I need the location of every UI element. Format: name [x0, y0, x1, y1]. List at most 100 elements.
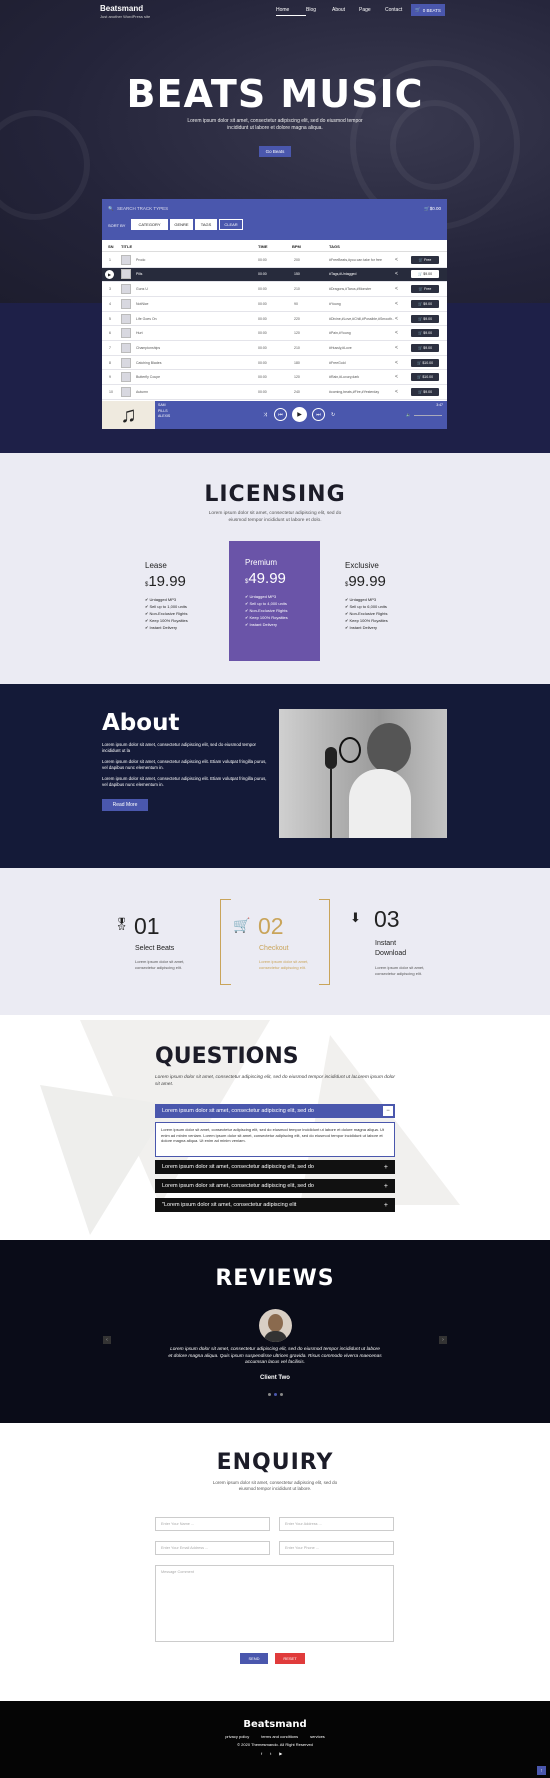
- track-title[interactable]: Catching Blades: [136, 361, 162, 365]
- track-title[interactable]: Autumn: [136, 390, 148, 394]
- buy-button[interactable]: 🛒 $10.00: [411, 373, 439, 382]
- track-row[interactable]: 6 Hurt 00:00 120 #Pain,#Young < 🛒 $9.00: [102, 327, 447, 341]
- faq-item-1[interactable]: Lorem ipsum dolor sit amet, consectetur …: [155, 1104, 395, 1118]
- track-row[interactable]: 9 Butterfly Coupe 00:00 120 #Rain,#Luxury,da…: [102, 371, 447, 386]
- nav-home[interactable]: Home: [276, 7, 306, 16]
- track-title[interactable]: Pills: [136, 272, 142, 276]
- nav-blog[interactable]: Blog: [306, 7, 332, 16]
- youtube-icon[interactable]: ▶: [279, 1751, 282, 1756]
- share-icon[interactable]: <: [395, 330, 398, 336]
- track-row[interactable]: 7 Championships 00:00 210 #Hussly,#Love < 🛒 $9…: [102, 341, 447, 356]
- share-icon[interactable]: <: [395, 286, 398, 292]
- go-beats-button[interactable]: Go Beats: [259, 146, 291, 157]
- track-title[interactable]: Guns U: [136, 287, 148, 291]
- share-icon[interactable]: <: [395, 389, 398, 395]
- col-sn: SN: [108, 244, 114, 249]
- track-row[interactable]: 8 Catching Blades 00:00 180 #FreeGold < 🛒 $10.…: [102, 356, 447, 371]
- dot-active[interactable]: [274, 1393, 277, 1396]
- buy-button[interactable]: 🛒 $9.00: [411, 329, 439, 338]
- volume-icon[interactable]: 🔈: [406, 412, 411, 417]
- track-row[interactable]: 5 Life Goes On 00:00 220 #Divine,#Love,#Chil…: [102, 312, 447, 327]
- nav-page[interactable]: Page: [359, 7, 385, 16]
- buy-button[interactable]: 🛒 $9.00: [411, 270, 439, 279]
- share-icon[interactable]: <: [395, 374, 398, 380]
- track-title[interactable]: Life Goes On: [136, 317, 157, 321]
- share-icon[interactable]: <: [395, 271, 398, 277]
- faq-item-4[interactable]: "Lorem ipsum dolor sit amet, consectetur…: [155, 1198, 395, 1212]
- footer-link-privacy[interactable]: privacy policy: [225, 1734, 249, 1739]
- play-icon[interactable]: ▶: [105, 269, 114, 279]
- buy-button[interactable]: 🛒 $9.00: [411, 314, 439, 323]
- plan-exclusive[interactable]: Exclusive $99.99 Untagged MP3Sell up to 6,…: [345, 561, 420, 631]
- track-sn: 1: [109, 257, 111, 262]
- share-icon[interactable]: <: [395, 316, 398, 322]
- email-field[interactable]: Enter Your Email Address ...: [155, 1541, 270, 1555]
- search-icon[interactable]: 🔍: [108, 206, 114, 212]
- volume-slider[interactable]: [414, 415, 442, 416]
- beat-player: 🔍 SEARCH TRACK TYPES 🛒$0.00 SORT BY CATE…: [102, 199, 447, 429]
- plan-premium[interactable]: Premium $49.99 Untagged MP3Sell up to 4,00…: [245, 558, 320, 628]
- footer-copyright: © 2020 Themesmando. All Right Reserved: [237, 1742, 313, 1747]
- address-field[interactable]: Enter Your Address ...: [279, 1517, 394, 1531]
- track-title[interactable]: Butterfly Coupe: [136, 375, 160, 379]
- nav-about[interactable]: About: [332, 7, 359, 16]
- message-field[interactable]: Message Comment: [155, 1565, 394, 1642]
- track-row[interactable]: 4 NotNice 00:00 90 #Young < 🛒 $9.00: [102, 297, 447, 312]
- buy-button[interactable]: 🛒 $10.00: [411, 358, 439, 367]
- track-title[interactable]: Championships: [136, 346, 160, 350]
- repeat-icon[interactable]: ↻: [331, 412, 335, 418]
- footer-link-services[interactable]: services: [310, 1734, 325, 1739]
- track-row[interactable]: 3 Guns U 00:00 210 #Dragons,#Tarus,#Monster <…: [102, 282, 447, 297]
- read-more-button[interactable]: Read More: [102, 799, 148, 811]
- buy-button[interactable]: 🛒 Free: [411, 285, 439, 294]
- next-review-icon[interactable]: ›: [439, 1336, 447, 1344]
- faq-item-3[interactable]: Lorem ipsum dolor sit amet, consectetur …: [155, 1179, 395, 1193]
- plan-feature: Sell up to 6,000 units: [345, 603, 420, 610]
- next-icon[interactable]: ⏭: [312, 408, 325, 421]
- facebook-icon[interactable]: f: [261, 1751, 262, 1756]
- twitter-icon[interactable]: t: [270, 1751, 271, 1756]
- prev-review-icon[interactable]: ‹: [103, 1336, 111, 1344]
- play-button[interactable]: ▶: [292, 407, 307, 422]
- buy-button[interactable]: 🛒 $9.00: [411, 388, 439, 397]
- search-input[interactable]: SEARCH TRACK TYPES: [117, 206, 168, 211]
- share-icon[interactable]: <: [395, 360, 398, 366]
- footer-brand[interactable]: Beatsmand: [0, 1719, 550, 1730]
- site-brand[interactable]: Beatsmand: [100, 4, 143, 13]
- filter-tags[interactable]: TAGS: [195, 219, 217, 230]
- name-field[interactable]: Enter Your Name ...: [155, 1517, 270, 1531]
- buy-button[interactable]: 🛒 Free: [411, 255, 439, 264]
- plan-lease[interactable]: Lease $19.99 Untagged MP3Sell up to 1,000 …: [145, 561, 220, 631]
- phone-field[interactable]: Enter Your Phone ...: [279, 1541, 394, 1555]
- dot[interactable]: [280, 1393, 283, 1396]
- buy-button[interactable]: 🛒 $9.00: [411, 299, 439, 308]
- faq-item-2[interactable]: Lorem ipsum dolor sit amet, consectetur …: [155, 1160, 395, 1174]
- plan-feature: Non-Exclusive Rights: [245, 607, 320, 614]
- filter-genre[interactable]: GENRE: [170, 219, 193, 230]
- dot[interactable]: [268, 1393, 271, 1396]
- prev-icon[interactable]: ⏮: [274, 408, 287, 421]
- cart-button[interactable]: 🛒 0 BEATS: [411, 4, 445, 16]
- track-tags: #Divine,#Love,#Chill,#Possible,#Smooth..…: [329, 316, 394, 321]
- track-title[interactable]: NotNice: [136, 302, 148, 306]
- player-cart-total[interactable]: 🛒$0.00: [424, 206, 441, 212]
- share-icon[interactable]: <: [395, 345, 398, 351]
- track-row[interactable]: ▶ Pills 00:00 150 #Tags,#Untagged < 🛒 $9.00: [102, 267, 447, 283]
- questions-title: QUESTIONS: [155, 1044, 299, 1069]
- share-icon[interactable]: <: [395, 257, 398, 263]
- reset-button[interactable]: RESET: [275, 1653, 305, 1664]
- track-title[interactable]: Prodo: [136, 258, 145, 262]
- share-icon[interactable]: <: [395, 301, 398, 307]
- filter-category[interactable]: CATEGORY: [131, 219, 168, 230]
- track-title[interactable]: Hurt: [136, 331, 143, 335]
- track-row[interactable]: 10 Autumn 00:00 240 #coming,beats,#Fire,#Yes…: [102, 385, 447, 400]
- scroll-top-icon[interactable]: ↑: [537, 1766, 546, 1775]
- step-2-number: 02: [258, 913, 284, 939]
- track-tags: #Young: [329, 301, 341, 306]
- send-button[interactable]: SEND: [240, 1653, 268, 1664]
- buy-button[interactable]: 🛒 $9.00: [411, 343, 439, 352]
- shuffle-icon[interactable]: ⤨: [263, 412, 267, 418]
- filter-clear[interactable]: CLEAR: [219, 219, 243, 230]
- footer-link-terms[interactable]: terms and conditions: [261, 1734, 298, 1739]
- track-row[interactable]: 1 Prodo 00:00 200 #FreeBeats,#you can take f…: [102, 253, 447, 268]
